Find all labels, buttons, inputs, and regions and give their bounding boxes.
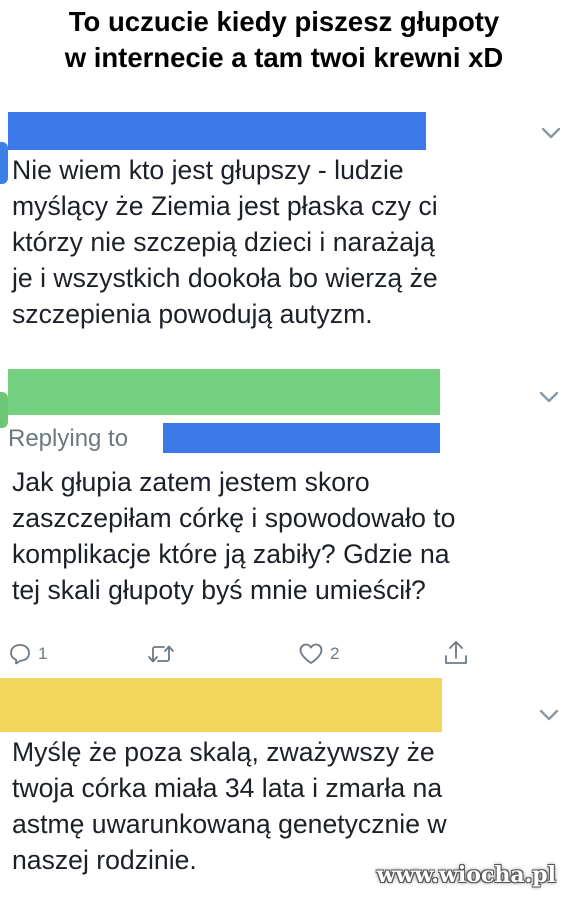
share-action[interactable] [443,639,469,667]
reply-icon [10,644,30,665]
share-icon [445,641,467,664]
tweet-line: astmę uwarunkowaną genetycznie w [12,809,447,839]
site-watermark: www.wiocha.pl [376,862,556,888]
tweet-line: Myślę że poza skalą, zważywszy że [12,737,435,767]
chevron-down-icon[interactable] [538,708,560,722]
tweet-line: którzy nie szczepią dzieci i narażają [12,227,435,257]
retweet-icon [148,645,174,663]
redacted-username-bar [8,112,426,150]
chevron-down-icon[interactable] [540,126,562,140]
tweet-line: myślący że Ziemia jest płaska czy ci [12,191,438,221]
tweet-line: komplikacje które ją zabiły? Gdzie na [12,539,450,569]
tweet-text: Jak głupia zatem jestem skoro zaszczepił… [12,464,455,608]
meme-title: To uczucie kiedy piszesz głupoty w inter… [0,4,568,76]
reply-action[interactable]: 1 [8,642,47,666]
replying-to-label: Replying to [8,425,129,452]
tweet-line: Jak głupia zatem jestem skoro [12,467,370,497]
tweet-text: Nie wiem kto jest głupszy - ludzie myślą… [12,152,438,332]
tweet-line: je i wszystkich dookoła bo wierzą że [12,263,438,293]
retweet-action[interactable] [147,643,175,665]
avatar-edge [0,392,8,428]
meme-title-line-1: To uczucie kiedy piszesz głupoty [68,6,500,37]
tweet-line: twoja córka miała 34 lata i zmarła na [12,773,443,803]
redacted-replying-handle[interactable] [163,423,440,453]
like-count: 2 [330,644,340,663]
tweet-line: tej skali głupoty byś mnie umieścił? [12,575,426,605]
tweet-text: Myślę że poza skalą, zważywszy że twoja … [12,734,447,878]
redacted-username-bar [8,369,440,415]
meme-title-line-2: w internecie a tam twoi krewni xD [64,42,504,73]
heart-icon [299,643,323,664]
tweet-line: zaszczepiłam córkę i spowodowało to [12,503,456,533]
avatar-edge [0,142,8,184]
redacted-username-bar [0,678,442,732]
tweet-line: szczepienia powodują autyzm. [12,299,373,329]
reply-count: 1 [38,644,48,663]
tweet-line: Nie wiem kto jest głupszy - ludzie [12,155,404,185]
chevron-down-icon[interactable] [538,390,560,404]
like-action[interactable]: 2 [298,642,339,666]
